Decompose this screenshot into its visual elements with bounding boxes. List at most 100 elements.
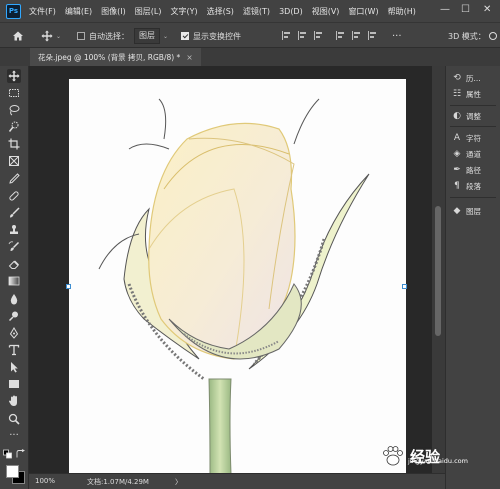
panel-channels[interactable]: ◈ 通道 [452,147,481,161]
3d-rotate-icon[interactable] [488,31,498,41]
auto-select-check-icon[interactable] [77,32,85,40]
path-selection-tool-icon[interactable] [7,360,21,374]
history-brush-tool-icon[interactable] [7,240,21,254]
properties-icon: ☷ [452,89,462,99]
hand-tool-icon[interactable] [7,394,21,408]
scrollbar-thumb[interactable] [435,206,441,336]
transform-handle-right[interactable] [402,284,407,289]
type-tool-icon[interactable] [7,343,21,357]
marquee-tool-icon[interactable] [7,86,21,100]
blur-tool-icon[interactable] [7,292,21,306]
document-size: 文档:1.07M/4.29M [87,478,149,486]
chevron-down-icon: ⌄ [56,32,62,40]
menu-type[interactable]: 文字(Y) [170,6,197,17]
align-left-icon[interactable] [282,31,292,40]
panel-adjustments[interactable]: ◐ 调整 [452,109,481,123]
show-transform-check-icon[interactable] [181,32,189,40]
tools-panel: ··· [0,66,29,489]
align-top-icon[interactable] [336,31,346,40]
dock-divider [450,126,496,127]
quick-selection-tool-icon[interactable] [7,120,21,134]
foreground-color-swatch[interactable] [6,465,19,478]
show-transform-label: 显示变换控件 [193,31,241,41]
panel-character-label: 字符 [466,133,481,143]
3d-mode-label: 3D 模式： [448,31,486,41]
close-window-button[interactable]: ✕ [483,4,491,15]
paths-icon: ✒ [453,165,461,175]
pen-tool-icon[interactable] [7,326,21,340]
align-right-icon[interactable] [314,31,324,40]
panel-adjustments-label: 调整 [466,111,481,121]
lasso-tool-icon[interactable] [7,103,21,117]
align-center-icon[interactable] [298,31,308,40]
align-bottom-icon[interactable] [368,31,378,40]
menu-window[interactable]: 窗口(W) [348,6,378,17]
dock-divider [450,105,496,106]
document-tab-bar: 花朵.jpeg @ 100% (背景 拷贝, RGB/8) * × [0,48,500,66]
default-colors-icon[interactable] [3,449,12,458]
swap-colors-icon[interactable] [16,448,25,458]
show-transform-checkbox[interactable]: 显示变换控件 [181,23,241,49]
document-tab[interactable]: 花朵.jpeg @ 100% (背景 拷贝, RGB/8) * × [30,48,201,66]
brush-tool-icon[interactable] [7,206,21,220]
move-tool-preset-icon[interactable]: ⌄ [41,23,61,49]
move-tool-icon[interactable] [7,69,21,83]
panel-paths-label: 路径 [466,165,481,175]
options-bar: ⌄ 自动选择： 图层 ⌄ 显示变换控件 ··· 3D 模式： [0,22,500,48]
close-tab-icon[interactable]: × [186,53,192,62]
zoom-level[interactable]: 100% [35,477,55,485]
character-icon: A [453,133,461,143]
panel-history[interactable]: ⟲ 历... [452,71,480,85]
align-middle-icon[interactable] [352,31,362,40]
dock-divider [450,197,496,198]
menu-filter[interactable]: 滤镜(T) [243,6,270,17]
3d-mode-group: 3D 模式： [448,23,498,49]
menu-layer[interactable]: 图层(L) [135,6,162,17]
panel-paragraph[interactable]: ¶ 段落 [452,179,481,193]
vertical-scrollbar[interactable] [432,66,445,473]
status-menu-arrow-icon[interactable]: 〉 [175,477,182,487]
rose-sketch-image [98,98,370,474]
eraser-tool-icon[interactable] [7,257,21,271]
paw-logo-icon [383,446,403,466]
zoom-tool-icon[interactable] [7,412,21,426]
menu-file[interactable]: 文件(F) [29,6,56,17]
menu-select[interactable]: 选择(S) [207,6,234,17]
layer-select-value[interactable]: 图层 [134,28,160,44]
eyedropper-tool-icon[interactable] [7,172,21,186]
gradient-tool-icon[interactable] [7,274,21,288]
minimize-button[interactable]: — [440,4,450,15]
panel-character[interactable]: A 字符 [452,131,481,145]
photoshop-logo: Ps [6,3,21,19]
panel-paragraph-label: 段落 [466,181,481,191]
panel-paths[interactable]: ✒ 路径 [452,163,481,177]
menu-image[interactable]: 图像(I) [101,6,126,17]
more-tools-icon[interactable]: ··· [7,429,21,443]
menu-help[interactable]: 帮助(H) [388,6,416,17]
dodge-tool-icon[interactable] [7,309,21,323]
crop-tool-icon[interactable] [7,137,21,151]
maximize-button[interactable]: ☐ [461,4,470,15]
more-options-icon[interactable]: ··· [392,23,402,49]
menu-view[interactable]: 视图(V) [312,6,340,17]
channels-icon: ◈ [453,149,461,159]
adjustments-icon: ◐ [453,111,461,121]
panel-channels-label: 通道 [466,149,481,159]
healing-brush-tool-icon[interactable] [7,189,21,203]
history-icon: ⟲ [453,73,461,83]
document-canvas[interactable] [69,79,406,474]
panel-properties[interactable]: ☷ 属性 [452,87,481,101]
panel-layers[interactable]: ◆ 图层 [452,204,481,218]
rectangle-tool-icon[interactable] [7,377,21,391]
panel-layers-label: 图层 [466,206,481,216]
menu-3d[interactable]: 3D(D) [279,7,303,16]
menu-edit[interactable]: 编辑(E) [65,6,92,17]
baidu-jingyan-watermark: 经验 [380,436,498,476]
home-icon[interactable] [12,23,24,49]
transform-handle-left[interactable] [66,284,71,289]
paragraph-icon: ¶ [454,181,460,191]
clone-stamp-tool-icon[interactable] [7,223,21,237]
layer-select-dropdown[interactable]: 图层 ⌄ [134,23,168,49]
auto-select-checkbox[interactable]: 自动选择： [77,23,129,49]
frame-tool-icon[interactable] [7,154,21,168]
